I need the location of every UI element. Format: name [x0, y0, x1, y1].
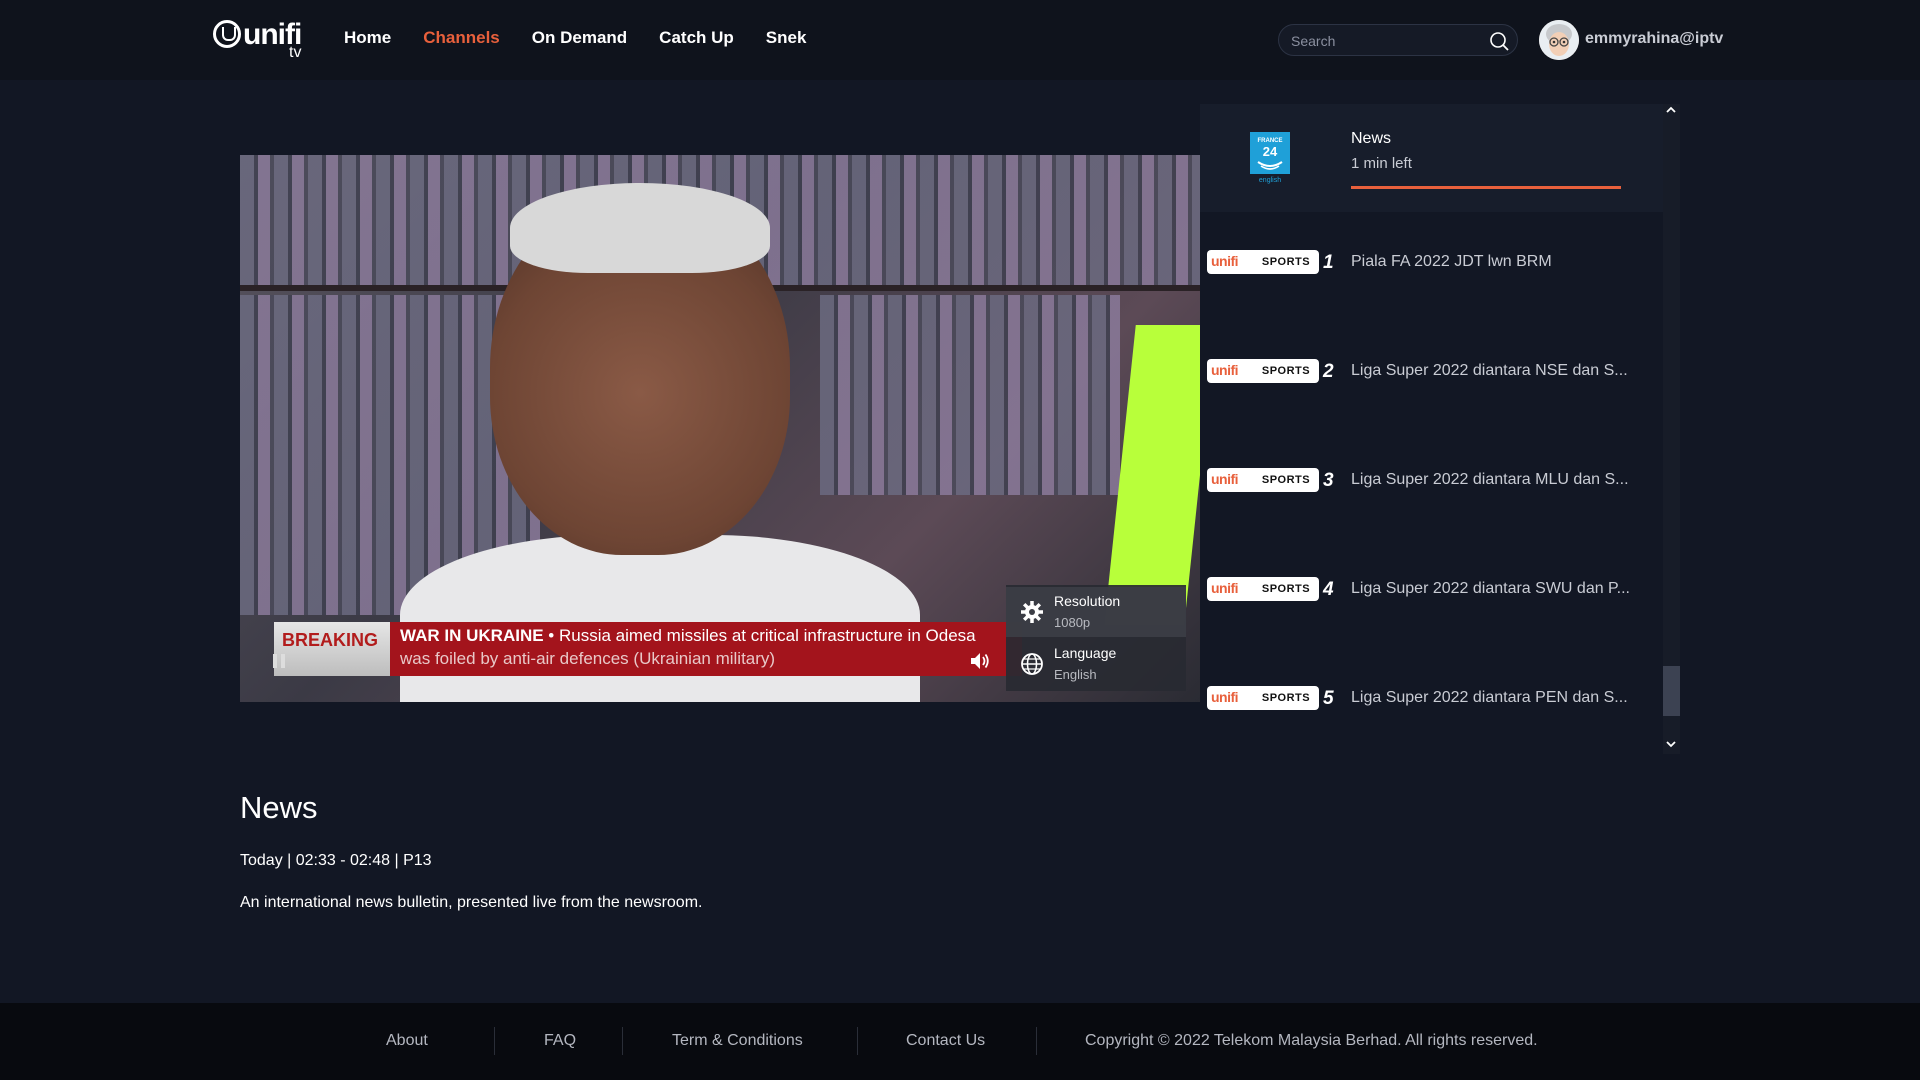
- logo-tv-label: tv: [289, 44, 302, 61]
- channel-program-title: Piala FA 2022 JDT lwn BRM: [1351, 253, 1552, 270]
- channel-row-4[interactable]: unifi SPORTS 4 Liga Super 2022 diantara …: [1200, 539, 1665, 648]
- video-person-shirt: [400, 535, 920, 702]
- channel-number: 3: [1323, 470, 1334, 491]
- unifi-sports-badge: unifi SPORTS: [1207, 686, 1319, 710]
- badge-brand: unifi: [1211, 471, 1239, 487]
- current-program-title: News: [1351, 130, 1392, 147]
- badge-brand: unifi: [1211, 580, 1239, 596]
- channel-program-title: Liga Super 2022 diantara MLU dan S...: [1351, 471, 1629, 488]
- channel-row-3[interactable]: unifi SPORTS 3 Liga Super 2022 diantara …: [1200, 430, 1665, 539]
- ticker-line-2: was foiled by anti-air defences (Ukraini…: [400, 649, 776, 668]
- footer-divider: [1036, 1027, 1037, 1055]
- unifi-sports-badge: unifi SPORTS: [1207, 577, 1319, 601]
- footer-divider: [622, 1027, 623, 1055]
- unifi-tv-logo[interactable]: unifi tv: [213, 18, 309, 64]
- current-progress-bar: [1351, 186, 1621, 189]
- volume-icon[interactable]: [969, 650, 991, 672]
- nav-home[interactable]: Home: [344, 28, 391, 48]
- ticker-breaking-label: BREAKING: [274, 622, 390, 676]
- channel-number: 1: [1323, 252, 1334, 273]
- france24-logo-icon: FRANCE 24 english: [1250, 132, 1290, 184]
- ticker-line-1: WAR IN UKRAINE • Russia aimed missiles a…: [400, 626, 976, 645]
- current-time-left: 1 min left: [1351, 155, 1412, 172]
- settings-resolution[interactable]: Resolution 1080p: [1006, 587, 1186, 637]
- unifi-sports-badge: unifi SPORTS: [1207, 250, 1319, 274]
- username-label[interactable]: emmyrahina@iptv: [1585, 30, 1723, 48]
- footer-terms-link[interactable]: Term & Conditions: [672, 1032, 803, 1050]
- site-footer: About FAQ Term & Conditions Contact Us C…: [0, 1003, 1920, 1080]
- user-avatar[interactable]: [1539, 20, 1579, 60]
- badge-label: SPORTS: [1257, 690, 1315, 706]
- channel-number: 2: [1323, 361, 1334, 382]
- channel-list-panel: FRANCE 24 english News 1 min left unifi …: [1200, 104, 1665, 754]
- footer-divider: [857, 1027, 858, 1055]
- search-input[interactable]: [1291, 30, 1481, 52]
- search-box: [1278, 24, 1518, 56]
- badge-brand: unifi: [1211, 689, 1239, 705]
- badge-label: SPORTS: [1257, 254, 1315, 270]
- nav-catch-up[interactable]: Catch Up: [659, 28, 734, 48]
- nav-on-demand[interactable]: On Demand: [532, 28, 627, 48]
- pause-icon[interactable]: [270, 652, 288, 670]
- badge-brand: unifi: [1211, 362, 1239, 378]
- footer-faq-link[interactable]: FAQ: [544, 1032, 576, 1050]
- footer-copyright: Copyright © 2022 Telekom Malaysia Berhad…: [1085, 1032, 1538, 1049]
- video-person-hair: [510, 183, 770, 273]
- footer-divider: [494, 1027, 495, 1055]
- channel-program-title: Liga Super 2022 diantara NSE dan S...: [1351, 362, 1628, 379]
- search-icon[interactable]: [1489, 31, 1509, 51]
- current-channel-card[interactable]: FRANCE 24 english News 1 min left: [1200, 104, 1665, 212]
- player-settings-menu: Resolution 1080p Language English: [1006, 585, 1186, 691]
- unifi-sports-badge: unifi SPORTS: [1207, 359, 1319, 383]
- badge-label: SPORTS: [1257, 472, 1315, 488]
- video-shelf-right: [820, 295, 1120, 495]
- ticker-headline-box: WAR IN UKRAINE • Russia aimed missiles a…: [390, 622, 1022, 676]
- chevron-down-icon[interactable]: [1665, 738, 1677, 750]
- channel-number: 4: [1323, 579, 1334, 600]
- top-header: unifi tv Home Channels On Demand Catch U…: [0, 0, 1920, 80]
- badge-label: SPORTS: [1257, 581, 1315, 597]
- globe-icon: [1021, 653, 1043, 675]
- video-player[interactable]: BREAKING WAR IN UKRAINE • Russia aimed m…: [240, 155, 1200, 702]
- program-title: News: [240, 790, 318, 825]
- language-label: Language: [1054, 645, 1117, 661]
- channel-row-1[interactable]: unifi SPORTS 1 Piala FA 2022 JDT lwn BRM: [1200, 212, 1665, 321]
- channel-program-title: Liga Super 2022 diantara PEN dan S...: [1351, 689, 1628, 706]
- svg-text:english: english: [1259, 177, 1281, 184]
- channel-number: 5: [1323, 688, 1334, 709]
- settings-language[interactable]: Language English: [1006, 639, 1186, 689]
- svg-text:24: 24: [1263, 144, 1278, 159]
- nav-channels[interactable]: Channels: [423, 28, 500, 48]
- logo-ring-icon: [213, 20, 241, 48]
- channel-row-5[interactable]: unifi SPORTS 5 Liga Super 2022 diantara …: [1200, 648, 1665, 757]
- program-schedule: Today | 02:33 - 02:48 | P13: [240, 852, 432, 869]
- program-description: An international news bulletin, presente…: [240, 894, 703, 911]
- channel-scrollbar[interactable]: [1663, 104, 1680, 754]
- resolution-value: 1080p: [1054, 615, 1091, 630]
- news-ticker: BREAKING WAR IN UKRAINE • Russia aimed m…: [274, 622, 1022, 676]
- unifi-sports-badge: unifi SPORTS: [1207, 468, 1319, 492]
- channel-row-2[interactable]: unifi SPORTS 2 Liga Super 2022 diantara …: [1200, 321, 1665, 430]
- current-progress-fill: [1351, 186, 1621, 189]
- scrollbar-thumb[interactable]: [1663, 666, 1680, 716]
- chevron-up-icon[interactable]: [1665, 104, 1677, 116]
- language-value: English: [1054, 667, 1097, 682]
- badge-label: SPORTS: [1257, 363, 1315, 379]
- footer-contact-link[interactable]: Contact Us: [906, 1032, 985, 1050]
- main-nav: Home Channels On Demand Catch Up Snek: [344, 28, 838, 48]
- resolution-label: Resolution: [1054, 593, 1121, 609]
- gear-icon: [1021, 601, 1043, 623]
- footer-about-link[interactable]: About: [386, 1032, 428, 1050]
- nav-snek[interactable]: Snek: [766, 28, 807, 48]
- badge-brand: unifi: [1211, 253, 1239, 269]
- channel-program-title: Liga Super 2022 diantara SWU dan P...: [1351, 580, 1630, 597]
- avatar-face-icon: [1539, 20, 1579, 60]
